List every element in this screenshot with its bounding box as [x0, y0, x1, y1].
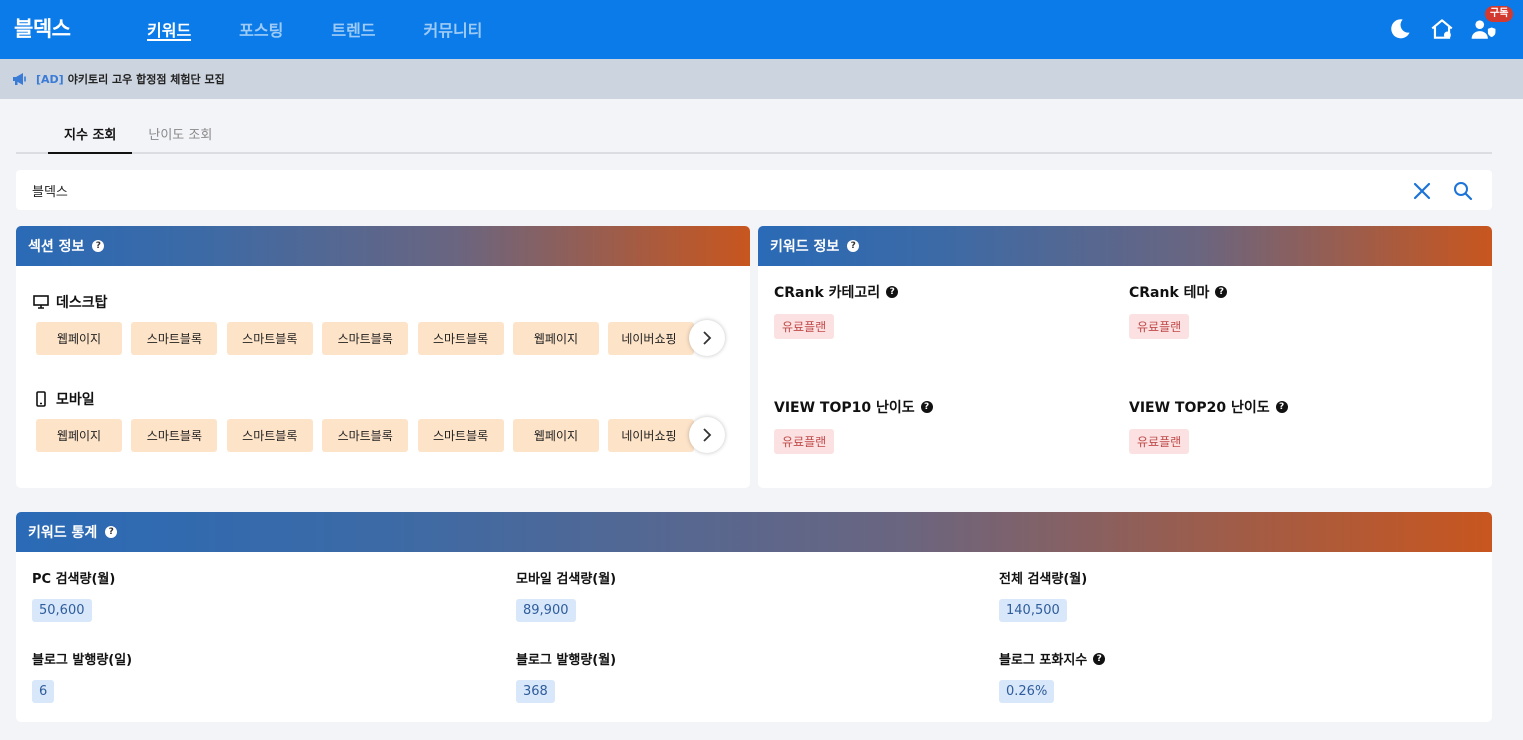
help-icon[interactable]: ? — [1093, 652, 1106, 665]
keyword-stats-header: 키워드 통계 ? — [16, 512, 1492, 552]
help-icon[interactable]: ? — [1275, 401, 1288, 413]
stat-value: 140,500 — [999, 599, 1067, 622]
nav-tab-posting[interactable]: 포스팅 — [239, 0, 283, 59]
mobile-scroll-right-button[interactable] — [689, 417, 725, 453]
mobile-chip-list: 웹페이지 스마트블록 스마트블록 스마트블록 스마트블록 웹페이지 네이버쇼핑 — [36, 419, 711, 452]
stat-value: 0.26% — [999, 680, 1055, 703]
desktop-chip-list: 웹페이지 스마트블록 스마트블록 스마트블록 스마트블록 웹페이지 네이버쇼핑 — [36, 322, 711, 355]
section-info-header: 섹션 정보 ? — [16, 226, 750, 266]
top-nav-bar: 블덱스 키워드 포스팅 트렌드 커뮤니티 구독 — [0, 0, 1523, 59]
stat-value: 89,900 — [516, 599, 576, 622]
desktop-label-row: 데스크탑 — [33, 292, 108, 312]
section-chip[interactable]: 스마트블록 — [226, 419, 313, 452]
section-chip[interactable]: 스마트블록 — [131, 322, 218, 355]
megaphone-icon — [13, 73, 26, 85]
tab-index-lookup[interactable]: 지수 조회 — [48, 112, 133, 154]
query-tabs: 지수 조회 난이도 조회 — [16, 112, 1492, 154]
stat-label: 모바일 검색량(월) — [516, 572, 617, 587]
section-chip[interactable]: 웹페이지 — [36, 419, 122, 452]
mobile-label: 모바일 — [56, 392, 95, 408]
chevron-right-icon — [703, 331, 712, 345]
section-chip[interactable]: 스마트블록 — [131, 419, 218, 452]
section-chip[interactable]: 스마트블록 — [322, 322, 409, 355]
kw-item-label: CRank 테마 — [1129, 285, 1210, 301]
nav-tab-trend[interactable]: 트렌드 — [331, 0, 375, 59]
nav-tab-keyword[interactable]: 키워드 — [147, 0, 192, 59]
ad-text[interactable]: 야키토리 고우 합정점 체험단 모집 — [68, 71, 225, 87]
keyword-stats-card: 키워드 통계 ? PC 검색량(월) 50,600 모바일 검색량(월) 89,… — [16, 512, 1492, 722]
keyword-search-input[interactable] — [32, 182, 1332, 198]
stat-total-monthly: 전체 검색량(월) 140,500 — [999, 568, 1087, 622]
paid-plan-badge[interactable]: 유료플랜 — [1129, 429, 1190, 454]
help-icon[interactable]: ? — [886, 286, 899, 298]
section-chip[interactable]: 스마트블록 — [322, 419, 409, 452]
keyword-search-bar — [16, 170, 1492, 210]
ad-tag: [AD] — [36, 72, 64, 86]
clear-x-icon[interactable] — [1412, 181, 1432, 201]
crank-category-item: CRank 카테고리? 유료플랜 — [774, 282, 899, 339]
paid-plan-badge[interactable]: 유료플랜 — [1129, 314, 1190, 339]
help-icon[interactable]: ? — [920, 401, 933, 413]
stat-blog-monthly: 블로그 발행량(월) 368 — [516, 649, 616, 703]
section-info-card: 섹션 정보 ? 데스크탑 웹페이지 스마트블록 스마트블록 스마트블록 스마트블… — [16, 226, 750, 488]
kw-item-label: VIEW TOP20 난이도 — [1129, 400, 1270, 416]
home-icon[interactable] — [1429, 16, 1455, 42]
keyword-info-header: 키워드 정보 ? — [758, 226, 1492, 266]
main-nav: 키워드 포스팅 트렌드 커뮤니티 — [147, 0, 530, 59]
nav-tab-community[interactable]: 커뮤니티 — [424, 0, 483, 59]
kw-item-label: CRank 카테고리 — [774, 285, 881, 301]
mobile-phone-icon — [36, 391, 46, 407]
section-chip[interactable]: 웹페이지 — [512, 419, 599, 452]
keyword-info-card: 키워드 정보 ? CRank 카테고리? 유료플랜 CRank 테마? 유료플랜… — [758, 226, 1492, 488]
stat-value: 50,600 — [32, 599, 92, 622]
crank-theme-item: CRank 테마? 유료플랜 — [1129, 282, 1228, 339]
section-chip[interactable]: 웹페이지 — [36, 322, 122, 355]
stat-label: PC 검색량(월) — [32, 572, 116, 587]
section-chip[interactable]: 스마트블록 — [417, 419, 504, 452]
stat-value: 6 — [32, 680, 55, 703]
stat-blog-saturation: 블로그 포화지수? 0.26% — [999, 649, 1106, 703]
kw-item-label: VIEW TOP10 난이도 — [774, 400, 915, 416]
keyword-info-title: 키워드 정보 — [770, 239, 840, 255]
subscribe-badge[interactable]: 구독 — [1485, 6, 1514, 22]
ad-banner[interactable]: [AD] 야키토리 고우 합정점 체험단 모집 — [0, 59, 1523, 99]
stat-label: 블로그 포화지수 — [999, 653, 1088, 668]
help-icon[interactable]: ? — [847, 240, 860, 252]
section-chip[interactable]: 네이버쇼핑 — [608, 419, 695, 452]
stat-pc-monthly: PC 검색량(월) 50,600 — [32, 568, 115, 622]
keyword-stats-title: 키워드 통계 — [28, 525, 98, 541]
section-chip[interactable]: 네이버쇼핑 — [608, 322, 695, 355]
help-icon[interactable]: ? — [105, 526, 118, 538]
view-top20-item: VIEW TOP20 난이도? 유료플랜 — [1129, 397, 1288, 454]
stat-blog-daily: 블로그 발행량(일) 6 — [32, 649, 132, 703]
paid-plan-badge[interactable]: 유료플랜 — [774, 429, 835, 454]
dark-mode-moon-icon[interactable] — [1387, 16, 1413, 42]
app-logo[interactable]: 블덱스 — [14, 13, 71, 43]
desktop-label: 데스크탑 — [56, 295, 108, 311]
search-icon[interactable] — [1453, 181, 1473, 201]
section-chip[interactable]: 스마트블록 — [417, 322, 504, 355]
chevron-right-icon — [703, 428, 712, 442]
help-icon[interactable]: ? — [92, 240, 105, 252]
section-info-title: 섹션 정보 — [28, 239, 85, 255]
stat-mobile-monthly: 모바일 검색량(월) 89,900 — [516, 568, 616, 622]
help-icon[interactable]: ? — [1215, 286, 1228, 298]
monitor-icon — [33, 295, 49, 309]
stat-label: 블로그 발행량(월) — [516, 653, 617, 668]
section-chip[interactable]: 웹페이지 — [512, 322, 599, 355]
desktop-scroll-right-button[interactable] — [689, 320, 725, 356]
stat-label: 블로그 발행량(일) — [32, 653, 133, 668]
view-top10-item: VIEW TOP10 난이도? 유료플랜 — [774, 397, 933, 454]
tab-difficulty-lookup[interactable]: 난이도 조회 — [132, 112, 228, 154]
stat-value: 368 — [516, 680, 555, 703]
mobile-label-row: 모바일 — [33, 389, 95, 409]
section-chip[interactable]: 스마트블록 — [226, 322, 313, 355]
stat-label: 전체 검색량(월) — [999, 572, 1088, 587]
paid-plan-badge[interactable]: 유료플랜 — [774, 314, 835, 339]
